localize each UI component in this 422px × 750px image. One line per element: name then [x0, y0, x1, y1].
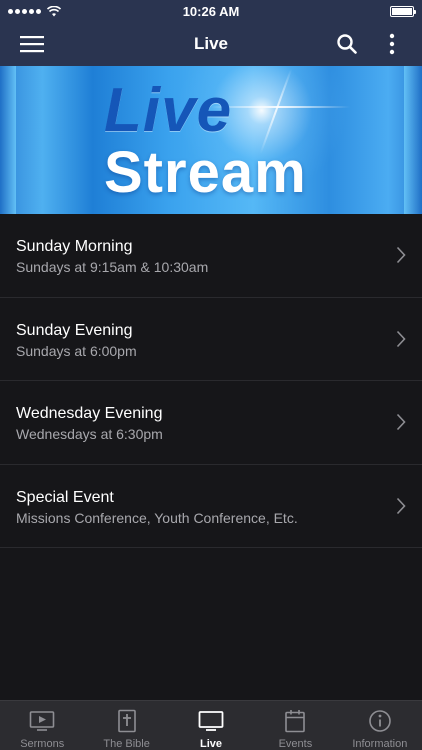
info-circle-icon	[369, 710, 391, 732]
more-options-button[interactable]	[382, 22, 402, 66]
list-item-title: Sunday Evening	[16, 321, 133, 339]
video-play-icon	[29, 711, 55, 731]
status-bar: 10:26 AM	[0, 0, 422, 22]
menu-button[interactable]	[14, 22, 50, 66]
list-item-subtitle: Missions Conference, Youth Conference, E…	[16, 509, 298, 526]
list-item-title: Sunday Morning	[16, 238, 133, 255]
tab-bar: Sermons The Bible Live Events Informatio…	[0, 700, 422, 750]
more-vertical-icon	[389, 33, 395, 55]
search-icon	[337, 34, 357, 54]
live-stream-banner: Live Stream	[0, 66, 422, 214]
tab-label: Live	[200, 738, 223, 750]
tab-live[interactable]: Live	[169, 701, 253, 750]
battery-icon	[390, 5, 416, 17]
chevron-right-icon	[396, 330, 406, 347]
status-left	[8, 5, 61, 17]
status-time: 10:26 AM	[182, 3, 240, 19]
list-item-subtitle: Wednesdays at 6:30pm	[16, 426, 163, 442]
calendar-icon	[285, 710, 306, 733]
tab-the-bible[interactable]: The Bible	[84, 701, 168, 750]
list-item-special-event[interactable]: Special Event Missions Conference, Youth…	[0, 465, 422, 548]
app-bar: Live	[0, 22, 422, 66]
tab-label: Sermons	[20, 738, 65, 750]
tab-label: Events	[278, 738, 313, 750]
banner-stream-text: Stream	[104, 140, 307, 205]
list-item-title: Special Event	[16, 488, 114, 506]
tv-monitor-icon	[198, 711, 224, 731]
banner-live-text: Live	[104, 76, 233, 145]
chevron-right-icon	[396, 413, 406, 431]
tab-label: Information	[352, 738, 408, 750]
live-stream-list: Sunday Morning Sundays at 9:15am & 10:30…	[0, 214, 422, 548]
chevron-right-icon	[396, 497, 406, 514]
list-item-title: Wednesday Evening	[16, 405, 163, 422]
hamburger-menu-icon	[20, 36, 44, 53]
list-item-subtitle: Sundays at 6:00pm	[16, 342, 137, 359]
chevron-right-icon	[396, 246, 406, 264]
tab-sermons[interactable]: Sermons	[0, 701, 84, 750]
list-item-sunday-evening[interactable]: Sunday Evening Sundays at 6:00pm	[0, 298, 422, 381]
tab-events[interactable]: Events	[253, 701, 337, 750]
tab-information[interactable]: Information	[338, 701, 422, 750]
list-item-subtitle: Sundays at 9:15am & 10:30am	[16, 259, 209, 275]
tab-label: The Bible	[103, 738, 150, 750]
list-item-sunday-morning[interactable]: Sunday Morning Sundays at 9:15am & 10:30…	[0, 214, 422, 298]
wifi-icon	[47, 5, 61, 16]
bible-cross-icon	[117, 709, 136, 733]
signal-dots-icon	[8, 8, 41, 14]
list-item-wednesday-evening[interactable]: Wednesday Evening Wednesdays at 6:30pm	[0, 381, 422, 465]
search-button[interactable]	[332, 22, 362, 66]
